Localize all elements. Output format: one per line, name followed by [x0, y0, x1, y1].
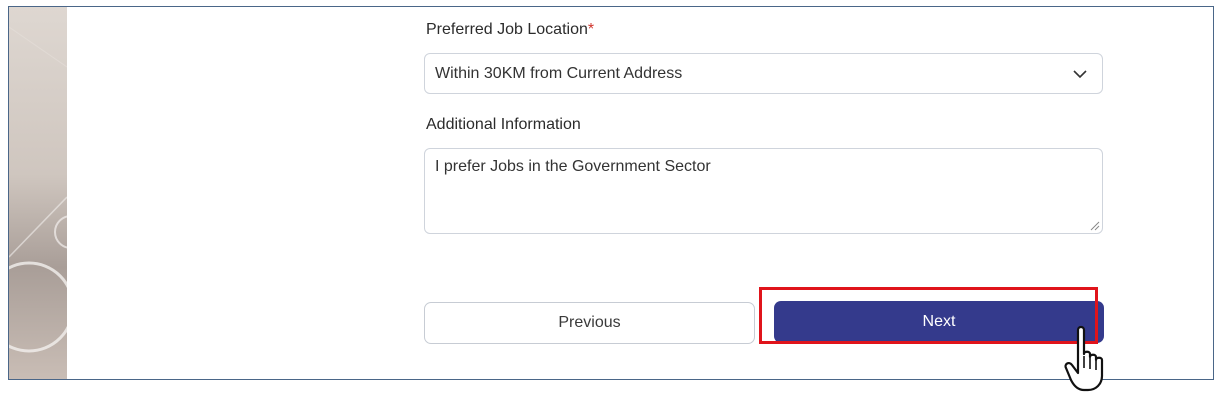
side-background-image — [9, 7, 67, 379]
preferred-location-label: Preferred Job Location* — [426, 21, 594, 39]
chevron-down-icon — [1073, 70, 1087, 79]
form-panel: Preferred Job Location* Within 30KM from… — [8, 6, 1214, 380]
additional-info-label: Additional Information — [426, 116, 581, 133]
preferred-location-label-text: Preferred Job Location — [426, 21, 588, 38]
next-button-label: Next — [922, 313, 956, 330]
resize-handle-icon[interactable] — [1090, 221, 1100, 231]
preferred-location-value: Within 30KM from Current Address — [435, 64, 683, 82]
required-marker: * — [587, 21, 595, 38]
additional-info-value: I prefer Jobs in the Government Sector — [435, 158, 711, 175]
previous-button[interactable]: Previous — [424, 302, 755, 344]
next-button[interactable]: Next — [774, 301, 1104, 343]
additional-info-textarea[interactable]: I prefer Jobs in the Government Sector — [424, 148, 1103, 234]
hand-pointer-icon — [1064, 325, 1104, 392]
previous-button-label: Previous — [558, 314, 621, 331]
preferred-location-select[interactable]: Within 30KM from Current Address — [424, 53, 1103, 94]
